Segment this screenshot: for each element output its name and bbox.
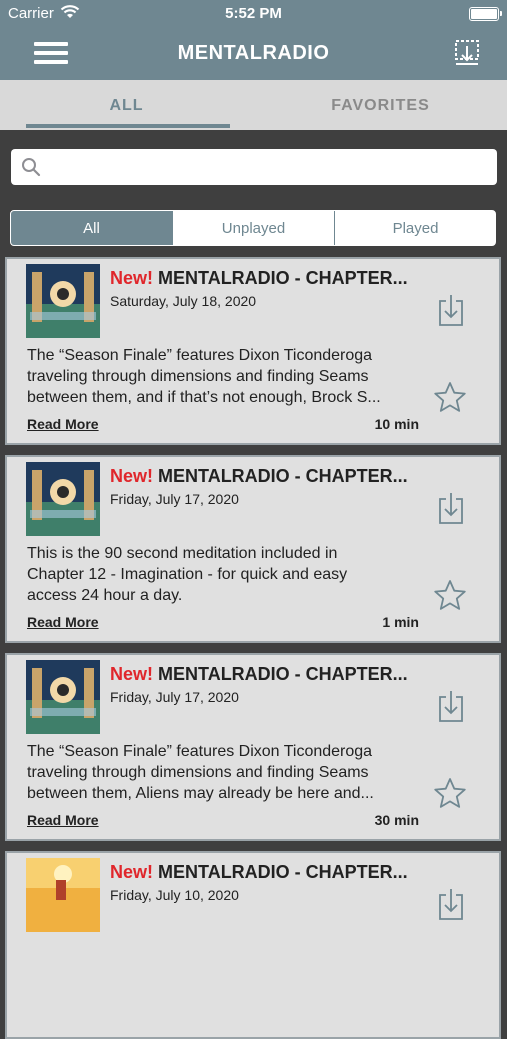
tab-all[interactable]: ALL bbox=[0, 80, 253, 130]
episode-date: Friday, July 10, 2020 bbox=[110, 887, 239, 903]
episode-title: New! MENTALRADIO - CHAPTER... bbox=[110, 664, 440, 685]
tab-indicator bbox=[26, 124, 230, 128]
download-icon[interactable] bbox=[437, 887, 465, 921]
search-bar bbox=[11, 149, 497, 187]
episode-date: Friday, July 17, 2020 bbox=[110, 689, 239, 705]
description-line: traveling through dimensions and finding… bbox=[27, 368, 369, 385]
episode-card[interactable]: New! MENTALRADIO - CHAPTER... Saturday, … bbox=[5, 257, 501, 445]
episode-date: Friday, July 17, 2020 bbox=[110, 491, 239, 507]
download-icon[interactable] bbox=[437, 293, 465, 327]
description-line: The “Season Finale” features Dixon Ticon… bbox=[27, 743, 373, 760]
episode-card[interactable]: New! MENTALRADIO - CHAPTER... Friday, Ju… bbox=[5, 653, 501, 841]
read-more-link[interactable]: Read More bbox=[27, 812, 99, 828]
episode-title: New! MENTALRADIO - CHAPTER... bbox=[110, 268, 440, 289]
read-more-link[interactable]: Read More bbox=[27, 416, 99, 432]
description-line: Chapter 12 - Imagination - for quick and… bbox=[27, 566, 348, 583]
download-icon[interactable] bbox=[437, 689, 465, 723]
episode-description: This is the 90 second meditation include… bbox=[27, 543, 422, 606]
episode-title-text: MENTALRADIO - CHAPTER... bbox=[158, 268, 408, 288]
new-badge: New! bbox=[110, 664, 154, 684]
episode-duration: 1 min bbox=[382, 614, 419, 630]
search-icon bbox=[22, 158, 41, 177]
nav-bar: MENTALRADIO bbox=[0, 28, 507, 80]
new-badge: New! bbox=[110, 862, 154, 882]
download-icon[interactable] bbox=[437, 491, 465, 525]
filter-unplayed[interactable]: Unplayed bbox=[173, 211, 334, 245]
search-input[interactable] bbox=[51, 149, 495, 187]
description-line: traveling through dimensions and finding… bbox=[27, 764, 369, 781]
downloads-list-icon[interactable] bbox=[453, 38, 483, 68]
episode-description: The “Season Finale” features Dixon Ticon… bbox=[27, 741, 422, 804]
status-time: 5:52 PM bbox=[225, 5, 282, 22]
episode-title-text: MENTALRADIO - CHAPTER... bbox=[158, 862, 408, 882]
episode-card[interactable]: New! MENTALRADIO - CHAPTER... Friday, Ju… bbox=[5, 851, 501, 1039]
favorite-star-icon[interactable] bbox=[433, 777, 467, 809]
episode-title-text: MENTALRADIO - CHAPTER... bbox=[158, 664, 408, 684]
episode-artwork bbox=[26, 264, 100, 338]
episode-duration: 10 min bbox=[374, 416, 419, 432]
favorite-star-icon[interactable] bbox=[433, 381, 467, 413]
description-line: This is the 90 second meditation include… bbox=[27, 545, 338, 562]
episode-title: New! MENTALRADIO - CHAPTER... bbox=[110, 466, 440, 487]
description-line: between them, and if that’s not enough, … bbox=[27, 389, 381, 406]
episode-title-text: MENTALRADIO - CHAPTER... bbox=[158, 466, 408, 486]
filter-all[interactable]: All bbox=[11, 211, 172, 245]
favorite-star-icon[interactable] bbox=[433, 579, 467, 611]
new-badge: New! bbox=[110, 466, 154, 486]
description-line: The “Season Finale” features Dixon Ticon… bbox=[27, 347, 373, 364]
episode-artwork bbox=[26, 858, 100, 932]
tab-favorites[interactable]: FAVORITES bbox=[254, 80, 507, 130]
new-badge: New! bbox=[110, 268, 154, 288]
episode-title: New! MENTALRADIO - CHAPTER... bbox=[110, 862, 440, 883]
episode-card[interactable]: New! MENTALRADIO - CHAPTER... Friday, Ju… bbox=[5, 455, 501, 643]
episode-artwork bbox=[26, 660, 100, 734]
battery-icon bbox=[469, 7, 502, 21]
description-line: access 24 hour a day. bbox=[27, 587, 183, 604]
read-more-link[interactable]: Read More bbox=[27, 614, 99, 630]
tab-bar: ALL FAVORITES bbox=[0, 80, 507, 130]
episode-artwork bbox=[26, 462, 100, 536]
filter-played[interactable]: Played bbox=[335, 211, 495, 245]
status-bar: Carrier 5:52 PM bbox=[0, 0, 507, 28]
app-title: MENTALRADIO bbox=[177, 42, 330, 64]
filter-segmented-control: All Unplayed Played bbox=[10, 210, 496, 246]
episode-duration: 30 min bbox=[374, 812, 419, 828]
episode-date: Saturday, July 18, 2020 bbox=[110, 293, 257, 309]
description-line: between them, Aliens may already be here… bbox=[27, 785, 374, 802]
episode-description: The “Season Finale” features Dixon Ticon… bbox=[27, 345, 422, 408]
